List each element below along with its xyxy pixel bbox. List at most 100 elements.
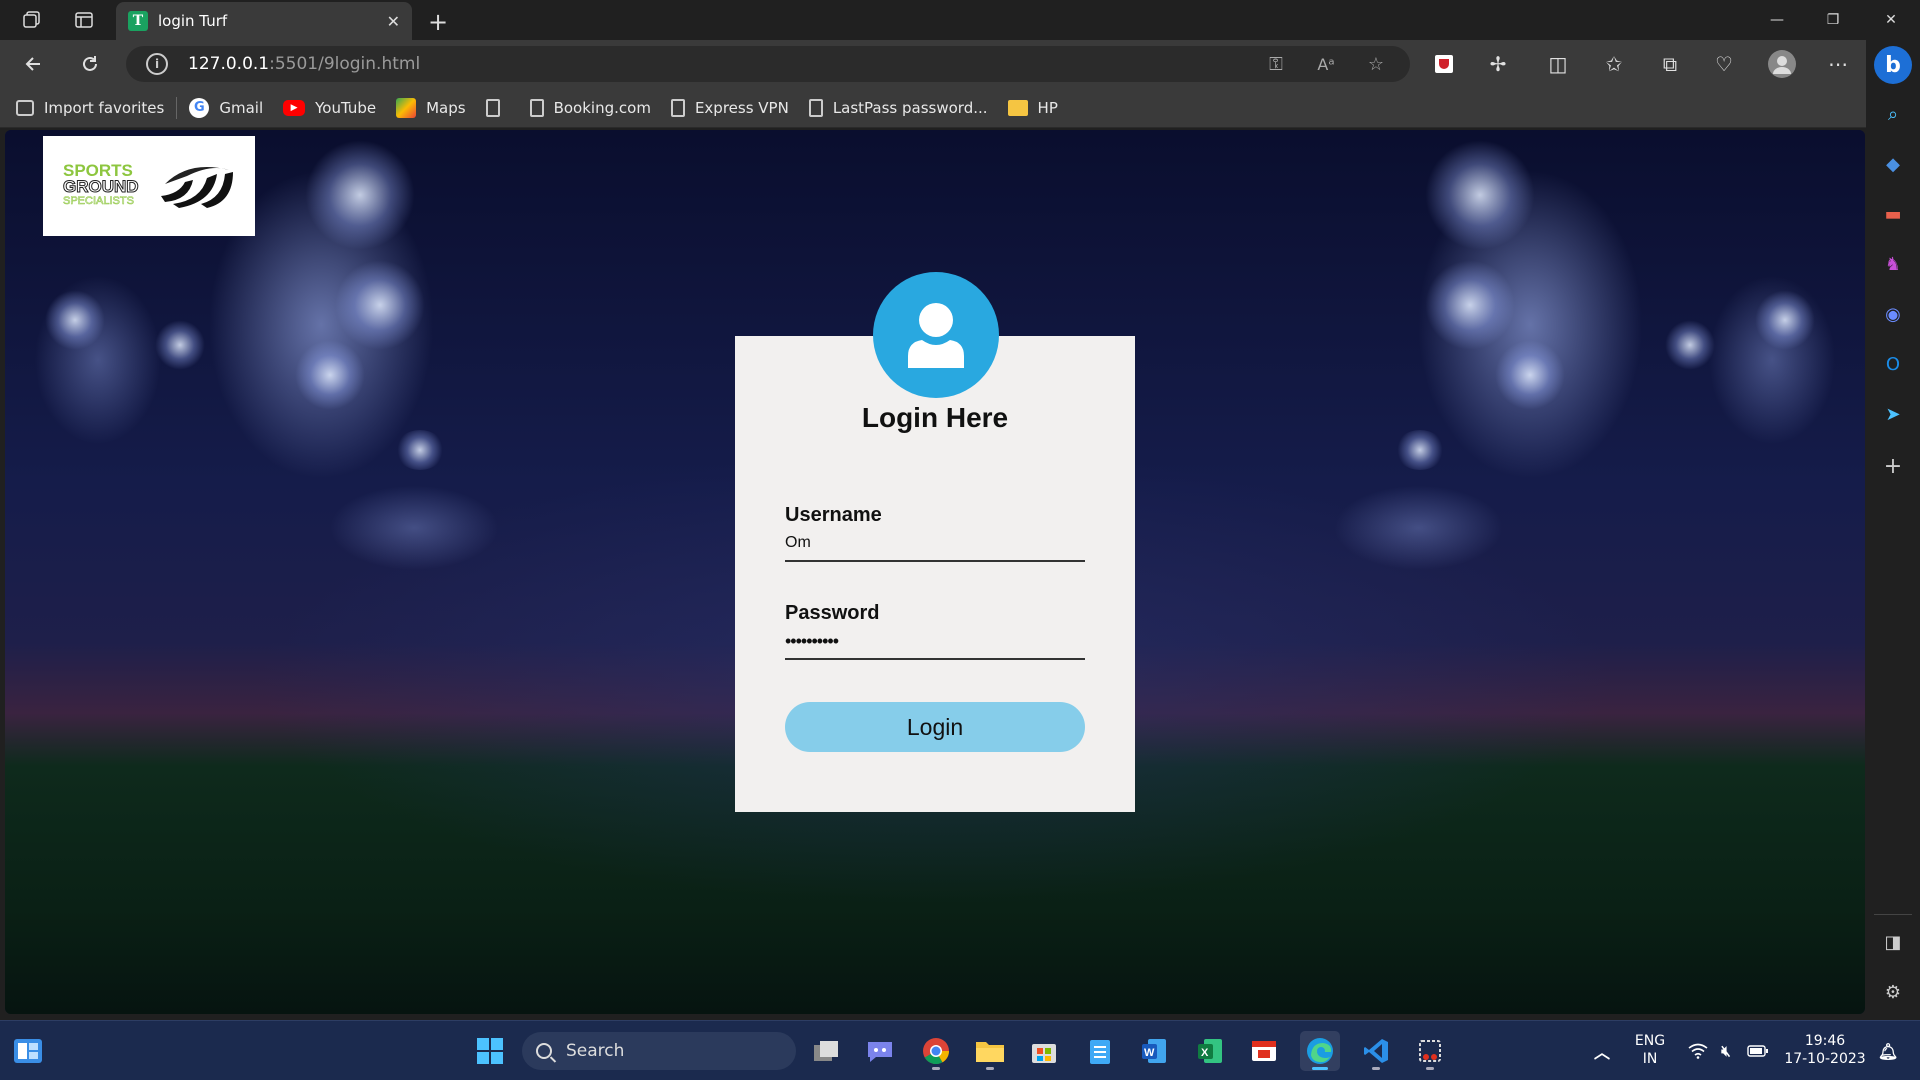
username-label: Username bbox=[785, 504, 882, 526]
search-icon[interactable]: ⌕ bbox=[1879, 100, 1907, 128]
extension-shield-icon[interactable] bbox=[1428, 48, 1460, 80]
favorite-booking[interactable]: Booking.com bbox=[529, 98, 651, 117]
microsoft-365-icon[interactable]: ◉ bbox=[1879, 300, 1907, 328]
favorite-import[interactable]: Import favorites bbox=[16, 99, 164, 117]
import-icon bbox=[16, 99, 34, 116]
taskbar-search-box[interactable]: Search bbox=[522, 1032, 796, 1070]
sidebar-divider bbox=[1874, 914, 1912, 915]
split-screen-icon[interactable]: ◫ bbox=[1542, 48, 1574, 80]
favorite-gmail[interactable]: G Gmail bbox=[189, 97, 264, 118]
google-icon: G bbox=[189, 97, 210, 118]
favorite-express-vpn[interactable]: Express VPN bbox=[670, 98, 789, 117]
drop-send-icon[interactable]: ➤ bbox=[1879, 400, 1907, 428]
show-hidden-icons-chevron-icon[interactable]: ︿ bbox=[1582, 1031, 1622, 1071]
office-pdf-icon[interactable] bbox=[1244, 1031, 1284, 1071]
floodlight bbox=[155, 320, 205, 370]
favorite-label: Maps bbox=[426, 98, 466, 117]
svg-text:X: X bbox=[1201, 1047, 1209, 1059]
sports-ground-logo[interactable]: SPORTS GROUND SPECIALISTS bbox=[43, 136, 255, 236]
input-language-indicator[interactable]: ENG IN bbox=[1630, 1032, 1670, 1068]
search-icon bbox=[536, 1043, 552, 1059]
start-windows-icon[interactable] bbox=[470, 1031, 510, 1071]
settings-gear-icon[interactable]: ⚙ bbox=[1879, 978, 1907, 1006]
password-input[interactable] bbox=[785, 624, 1085, 660]
microsoft-store-icon[interactable] bbox=[1024, 1031, 1064, 1071]
edge-sidebar: b ⌕ ◆ ▬ ♞ ◉ O ➤ + ◨ ⚙ bbox=[1866, 40, 1920, 1018]
favorite-star-icon[interactable]: ☆ bbox=[1360, 48, 1392, 80]
minimize-icon[interactable]: — bbox=[1750, 0, 1804, 40]
collections-icon[interactable]: ⧉ bbox=[1654, 48, 1686, 80]
workspaces-icon[interactable] bbox=[12, 0, 52, 40]
address-bar[interactable]: i 127.0.0.1:5501/9login.html ⚿ Aᵃ ☆ bbox=[126, 46, 1410, 82]
clock[interactable]: 19:46 17-10-2023 bbox=[1780, 1032, 1870, 1068]
favorite-label: Import favorites bbox=[44, 98, 165, 117]
outlook-icon[interactable]: O bbox=[1879, 350, 1907, 378]
shopping-tag-icon[interactable]: ◆ bbox=[1879, 150, 1907, 178]
edge-browser-icon[interactable] bbox=[1300, 1031, 1340, 1071]
youtube-icon: ▶ bbox=[283, 99, 306, 116]
word-icon[interactable]: W bbox=[1134, 1031, 1174, 1071]
favorites-divider bbox=[176, 96, 178, 119]
floodlight bbox=[1425, 260, 1515, 350]
logo-graphic: SPORTS GROUND SPECIALISTS bbox=[63, 161, 233, 208]
password-label: Password bbox=[785, 602, 880, 624]
vscode-icon[interactable] bbox=[1356, 1031, 1396, 1071]
site-info-icon[interactable]: i bbox=[146, 53, 168, 75]
close-tab-icon[interactable]: ✕ bbox=[387, 12, 400, 31]
widgets-icon[interactable] bbox=[8, 1031, 48, 1071]
bing-copilot-icon[interactable]: b bbox=[1874, 46, 1912, 84]
document-icon bbox=[670, 98, 685, 117]
tools-briefcase-icon[interactable]: ▬ bbox=[1879, 200, 1907, 228]
windows-taskbar: Search W X ︿ ENG IN 🔇︎ 19:46 17-10-2023 bbox=[0, 1020, 1920, 1080]
task-view-icon[interactable] bbox=[806, 1031, 846, 1071]
file-explorer-icon[interactable] bbox=[970, 1031, 1010, 1071]
extensions-icon[interactable]: ✢ bbox=[1482, 48, 1514, 80]
refresh-icon[interactable] bbox=[74, 48, 106, 80]
favorite-untitled[interactable] bbox=[485, 98, 510, 117]
logo-text-mid: GROUND bbox=[63, 177, 139, 196]
battery-icon[interactable] bbox=[1738, 1031, 1778, 1071]
favorite-label: Express VPN bbox=[694, 98, 789, 117]
favorite-youtube[interactable]: ▶ YouTube bbox=[283, 99, 376, 117]
read-aloud-icon[interactable]: Aᵃ bbox=[1310, 48, 1342, 80]
favorite-hp-folder[interactable]: HP bbox=[1007, 99, 1058, 117]
excel-icon[interactable]: X bbox=[1190, 1031, 1230, 1071]
favorite-label: Gmail bbox=[219, 98, 264, 117]
chrome-icon[interactable] bbox=[916, 1031, 956, 1071]
tab-favicon: T bbox=[128, 11, 148, 31]
favorite-maps[interactable]: Maps bbox=[396, 97, 466, 118]
games-icon[interactable]: ♞ bbox=[1879, 250, 1907, 278]
hide-sidebar-icon[interactable]: ◨ bbox=[1879, 928, 1907, 956]
more-options-icon[interactable]: ⋯ bbox=[1822, 48, 1854, 80]
floodlight bbox=[1495, 340, 1565, 410]
browser-essentials-icon[interactable]: ♡ bbox=[1708, 48, 1740, 80]
back-icon[interactable] bbox=[18, 48, 50, 80]
notification-bell-icon[interactable]: 🔔︎ bbox=[1868, 1031, 1908, 1071]
maps-icon bbox=[396, 97, 417, 118]
floodlight bbox=[1755, 290, 1815, 350]
restore-icon[interactable]: ❐ bbox=[1806, 0, 1860, 40]
active-indicator bbox=[1312, 1067, 1328, 1070]
snipping-tool-icon[interactable] bbox=[1410, 1031, 1450, 1071]
login-button[interactable]: Login bbox=[785, 702, 1085, 752]
url-path: :5501/9login.html bbox=[269, 54, 421, 74]
logo-text-bottom: SPECIALISTS bbox=[63, 195, 134, 207]
clock-date: 17-10-2023 bbox=[1784, 1051, 1866, 1067]
svg-text:W: W bbox=[1144, 1047, 1155, 1059]
profile-avatar-icon[interactable] bbox=[1766, 48, 1798, 80]
tab-login-turf[interactable]: T login Turf ✕ bbox=[116, 2, 412, 40]
floodlight bbox=[1395, 430, 1445, 470]
clock-time: 19:46 bbox=[1804, 1033, 1846, 1049]
document-icon bbox=[808, 98, 823, 117]
add-sidebar-app-icon[interactable]: + bbox=[1879, 452, 1907, 480]
username-input[interactable] bbox=[785, 526, 1085, 562]
user-avatar-icon bbox=[873, 272, 999, 398]
tab-actions-icon[interactable] bbox=[64, 0, 104, 40]
favorite-lastpass[interactable]: LastPass password... bbox=[808, 98, 988, 117]
notepad-icon[interactable] bbox=[1080, 1031, 1120, 1071]
password-key-icon[interactable]: ⚿ bbox=[1260, 48, 1292, 80]
new-tab-icon[interactable]: + bbox=[420, 4, 456, 40]
close-window-icon[interactable]: ✕ bbox=[1864, 0, 1918, 40]
favorites-icon[interactable]: ✩ bbox=[1598, 48, 1630, 80]
teams-chat-icon[interactable] bbox=[860, 1031, 900, 1071]
